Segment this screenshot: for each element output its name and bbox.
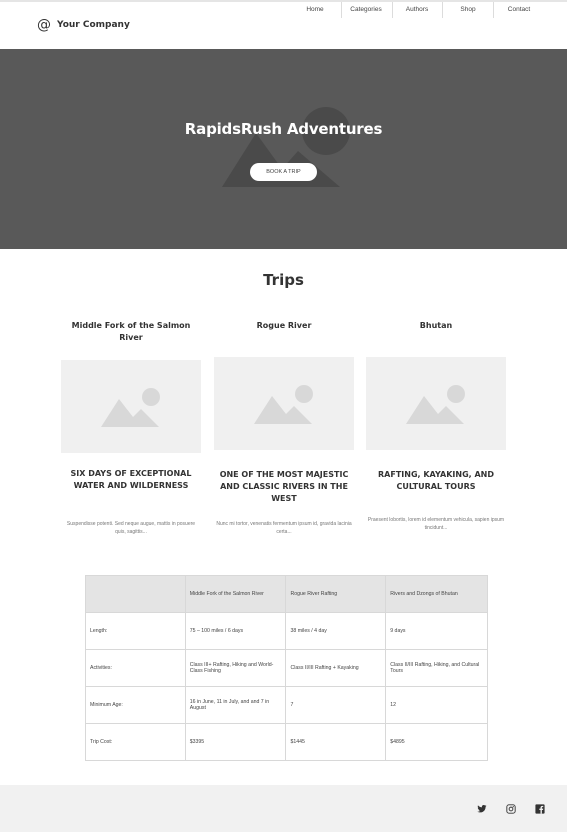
table-cell: $1445 [285, 723, 387, 761]
card-image[interactable] [61, 360, 201, 453]
card-title: Bhutan [419, 321, 453, 330]
table-header-cell [85, 575, 186, 613]
card-headline: RAFTING, KAYAKING, AND CULTURAL TOURS [378, 470, 494, 491]
trips-section-title: Trips [263, 271, 304, 289]
table-cell: 16 in June, 11 in July, and and 7 in Aug… [184, 686, 287, 724]
brand-logo[interactable]: @ Your Company [37, 18, 130, 32]
nav-separator [493, 2, 494, 18]
image-placeholder-icon [254, 385, 313, 424]
table-cell: Activities: [85, 649, 186, 687]
facebook-icon[interactable] [535, 804, 545, 814]
twitter-icon[interactable] [477, 804, 487, 814]
card-text: Praesent lobortis, lorem id elementum ve… [367, 517, 505, 531]
instagram-icon[interactable] [506, 804, 516, 814]
table-header-cell: Rogue River Rafting [285, 575, 387, 613]
table-row: Trip Cost: $3395 $1445 $4895 [85, 723, 488, 761]
table-cell: Length: [85, 612, 186, 650]
table-cell: 75 – 100 miles / 6 days [184, 612, 287, 650]
card-image[interactable] [214, 357, 354, 450]
table-row: Length: 75 – 100 miles / 6 days 38 miles… [85, 612, 488, 650]
site-header: @ Your Company Home Categories Authors S… [0, 2, 567, 49]
nav-separator [341, 2, 342, 18]
table-cell: Trip Cost: [85, 723, 186, 761]
table-cell: 7 [285, 686, 387, 724]
site-footer [0, 785, 567, 832]
table-cell: Class III+ Rafting, Hiking and World-Cla… [184, 649, 287, 687]
hero-banner: RapidsRush Adventures BOOK A TRIP [0, 49, 567, 249]
nav-authors[interactable]: Authors [398, 2, 436, 18]
trip-comparison-table: Middle Fork of the Salmon River Rogue Ri… [85, 575, 488, 761]
table-cell: Class II/III Rafting, Hiking, and Cultur… [385, 649, 488, 687]
image-placeholder-icon [406, 385, 465, 424]
card-title: Middle Fork of the Salmon River [71, 321, 191, 342]
nav-separator [392, 2, 393, 18]
image-placeholder-icon [101, 388, 160, 427]
table-cell: $3395 [184, 723, 287, 761]
table-header-row: Middle Fork of the Salmon River Rogue Ri… [85, 575, 488, 613]
table-row: Minimum Age: 16 in June, 11 in July, and… [85, 686, 488, 724]
hero-title: RapidsRush Adventures [184, 120, 383, 138]
table-header-cell: Middle Fork of the Salmon River [184, 575, 287, 613]
table-cell: Class II/III Rafting + Kayaking [285, 649, 387, 687]
table-cell: 38 miles / 4 day [285, 612, 387, 650]
table-header-cell: Rivers and Dzongs of Bhutan [385, 575, 488, 613]
nav-separator [442, 2, 443, 18]
table-row: Activities: Class III+ Rafting, Hiking a… [85, 649, 488, 687]
table-cell: 9 days [385, 612, 488, 650]
card-text: Suspendisse potenti. Sed neque augue, ma… [66, 521, 196, 535]
nav-shop[interactable]: Shop [450, 2, 486, 18]
at-sign-icon: @ [37, 17, 51, 33]
nav-contact[interactable]: Contact [500, 2, 538, 18]
card-headline: ONE OF THE MOST MAJESTIC AND CLASSIC RIV… [219, 470, 349, 503]
table-cell: Minimum Age: [85, 686, 186, 724]
card-text: Nunc mi tortor, venenatis fermentum ipsu… [216, 521, 352, 535]
brand-name: Your Company [57, 20, 130, 30]
table-cell: $4895 [385, 723, 488, 761]
table-cell: 12 [385, 686, 488, 724]
book-trip-button[interactable]: BOOK A TRIP [250, 163, 317, 181]
nav-home[interactable]: Home [298, 2, 332, 18]
card-image[interactable] [366, 357, 506, 450]
card-title: Rogue River [256, 321, 312, 330]
nav-categories[interactable]: Categories [346, 2, 386, 18]
card-headline: SIX DAYS OF EXCEPTIONAL WATER AND WILDER… [70, 469, 192, 490]
